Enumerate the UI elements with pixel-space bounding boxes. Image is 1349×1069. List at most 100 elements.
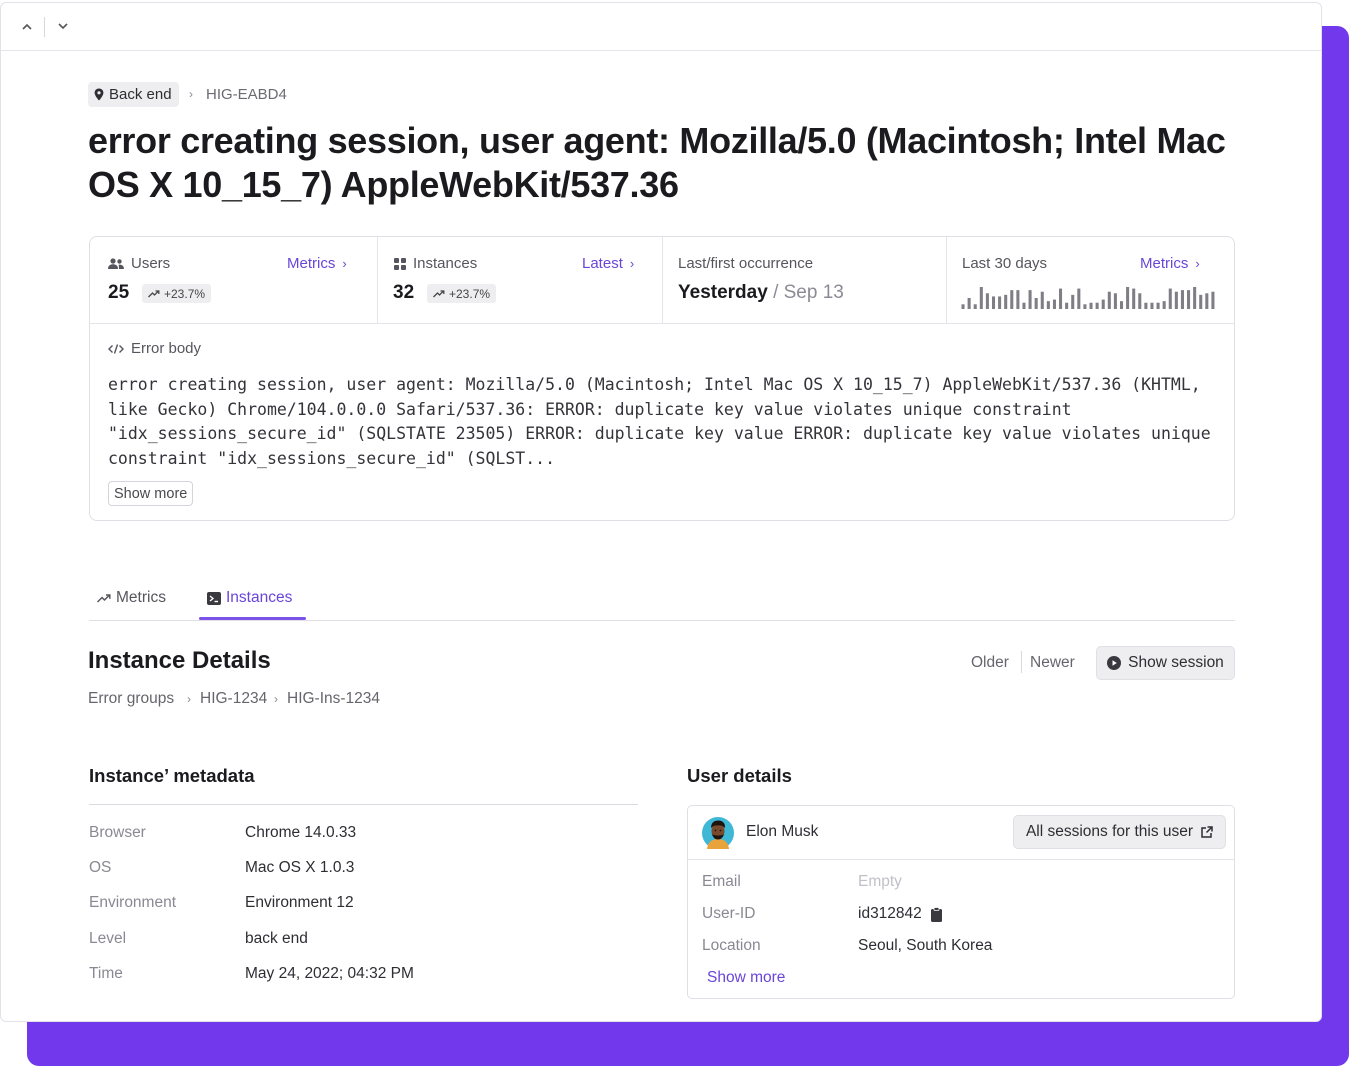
- instances-trend-value: +23.7%: [449, 286, 491, 301]
- chevron-right-icon: ›: [1195, 256, 1200, 271]
- last30-metrics-link[interactable]: Metrics ›: [1140, 255, 1200, 272]
- error-body-text: error creating session, user agent: Mozi…: [108, 375, 1211, 469]
- users-metrics-link-label: Metrics: [287, 255, 336, 272]
- metadata-key-time: Time: [89, 965, 123, 982]
- error-body-label: Error body: [131, 340, 202, 357]
- sparkline-bar: [998, 296, 1002, 309]
- avatar: [702, 817, 734, 849]
- sparkline-bar: [1022, 302, 1026, 309]
- show-session-button[interactable]: Show session: [1096, 646, 1235, 680]
- sparkline-bar: [1168, 288, 1172, 309]
- sparkline-bar: [1162, 301, 1166, 309]
- metadata-value-browser: Chrome 14.0.33: [245, 824, 357, 841]
- user-details-card: Elon Musk All sessions for this user Ema…: [687, 805, 1235, 999]
- sparkline-bar: [1156, 302, 1160, 309]
- metadata-key-environment: Environment: [89, 894, 177, 911]
- metadata-key-browser: Browser: [89, 824, 146, 841]
- previous-error-button[interactable]: [18, 17, 36, 35]
- trend-up-icon: [148, 289, 160, 297]
- last30-metrics-link-label: Metrics: [1140, 255, 1189, 272]
- sparkline-bar: [985, 293, 989, 309]
- code-icon: [108, 343, 124, 354]
- users-metrics-link[interactable]: Metrics ›: [287, 255, 347, 272]
- sparkline-bar: [1046, 301, 1050, 309]
- user-key-user-id: User-ID: [702, 905, 756, 922]
- clipboard-icon[interactable]: [930, 906, 942, 922]
- sparkline-bar: [1083, 304, 1087, 309]
- sparkline-bar: [1071, 294, 1075, 309]
- instances-latest-link[interactable]: Latest ›: [582, 255, 634, 272]
- sparkline-bar: [973, 304, 977, 309]
- sparkline-bar: [1199, 294, 1203, 309]
- stat-instances: Instances Latest › 32 +23.7%: [378, 237, 663, 323]
- sparkline-bar: [1034, 298, 1038, 309]
- sparkline-bar: [1052, 299, 1056, 309]
- toolbar-divider: [44, 17, 45, 37]
- older-button[interactable]: Older: [971, 654, 1009, 672]
- sparkline-bar: [1132, 288, 1136, 309]
- breadcrumb-project-tag[interactable]: Back end: [88, 82, 179, 107]
- breadcrumb-instance-id[interactable]: HIG-Ins-1234: [287, 690, 380, 708]
- metadata-value-environment: Environment 12: [245, 894, 354, 911]
- sparkline-bar: [967, 298, 971, 309]
- user-value-location: Seoul, South Korea: [858, 937, 993, 954]
- sparkline-bar: [1150, 302, 1154, 309]
- stat-occurrence-label: Last/first occurrence: [678, 255, 814, 272]
- user-show-more-link[interactable]: Show more: [707, 969, 785, 987]
- all-sessions-button[interactable]: All sessions for this user: [1013, 815, 1226, 849]
- sparkline-bar: [1138, 293, 1142, 309]
- metadata-key-os: OS: [89, 859, 112, 876]
- sparkline-bar: [1065, 302, 1069, 309]
- error-body-heading: Error body: [108, 340, 201, 357]
- sparkline-bar: [1095, 302, 1099, 309]
- sparkline-bar: [1077, 288, 1081, 309]
- user-details-title: User details: [687, 765, 792, 786]
- detail-tabs: Metrics Instances: [89, 584, 1235, 621]
- stat-users-value: 25: [108, 282, 130, 303]
- breadcrumb-error-id[interactable]: HIG-EABD4: [206, 86, 287, 103]
- breadcrumb-error-group-id[interactable]: HIG-1234: [200, 690, 267, 708]
- metadata-value-time: May 24, 2022; 04:32 PM: [245, 965, 414, 982]
- sparkline-bar: [1187, 290, 1191, 309]
- error-summary-card: Users Metrics › 25 +23.7% Instances Late…: [89, 236, 1235, 521]
- stat-instances-value: 32: [393, 282, 415, 303]
- stat-instances-label: Instances: [413, 255, 478, 272]
- tab-instances[interactable]: Instances: [207, 589, 292, 607]
- user-header: Elon Musk All sessions for this user: [688, 806, 1234, 860]
- sparkline-bar: [1180, 290, 1184, 309]
- external-link-icon: [1201, 825, 1213, 838]
- user-id-field: id312842: [858, 905, 942, 923]
- users-trend-value: +23.7%: [164, 286, 206, 301]
- stat-occurrence: Last/first occurrence Yesterday / Sep 13: [663, 237, 947, 323]
- error-show-more-button[interactable]: Show more: [108, 481, 194, 506]
- chevron-right-icon: ›: [187, 692, 191, 706]
- show-session-label: Show session: [1128, 654, 1224, 671]
- chevron-down-icon: [58, 22, 68, 29]
- sparkline-bar: [979, 287, 983, 309]
- metadata-value-level: back end: [245, 930, 308, 947]
- error-detail-panel: Back end › HIG-EABD4 error creating sess…: [0, 2, 1322, 1022]
- tab-metrics-label: Metrics: [116, 589, 166, 606]
- pager-divider: [1021, 651, 1022, 673]
- metadata-value-os: Mac OS X 1.0.3: [245, 859, 355, 876]
- tab-metrics[interactable]: Metrics: [97, 589, 166, 607]
- user-key-location: Location: [702, 937, 761, 954]
- active-tab-indicator: [199, 617, 306, 620]
- instances-latest-link-label: Latest: [582, 255, 623, 272]
- metadata-key-level: Level: [89, 930, 127, 947]
- chevron-up-icon: [22, 23, 32, 30]
- users-icon: [108, 257, 124, 269]
- next-error-button[interactable]: [54, 17, 72, 35]
- trend-up-icon: [433, 289, 445, 297]
- stat-users-label: Users: [131, 255, 171, 272]
- user-value-email: Empty: [858, 873, 902, 890]
- sparkline-bar: [1174, 291, 1178, 309]
- tab-instances-label: Instances: [226, 589, 293, 606]
- sparkline-bar: [1059, 288, 1063, 309]
- grid-icon: [394, 257, 406, 270]
- sparkline-chart: [961, 287, 1215, 309]
- newer-button[interactable]: Newer: [1030, 654, 1075, 672]
- breadcrumb-error-groups[interactable]: Error groups: [88, 690, 174, 708]
- sparkline-bar: [1016, 290, 1020, 309]
- sparkline-bar: [1126, 287, 1130, 309]
